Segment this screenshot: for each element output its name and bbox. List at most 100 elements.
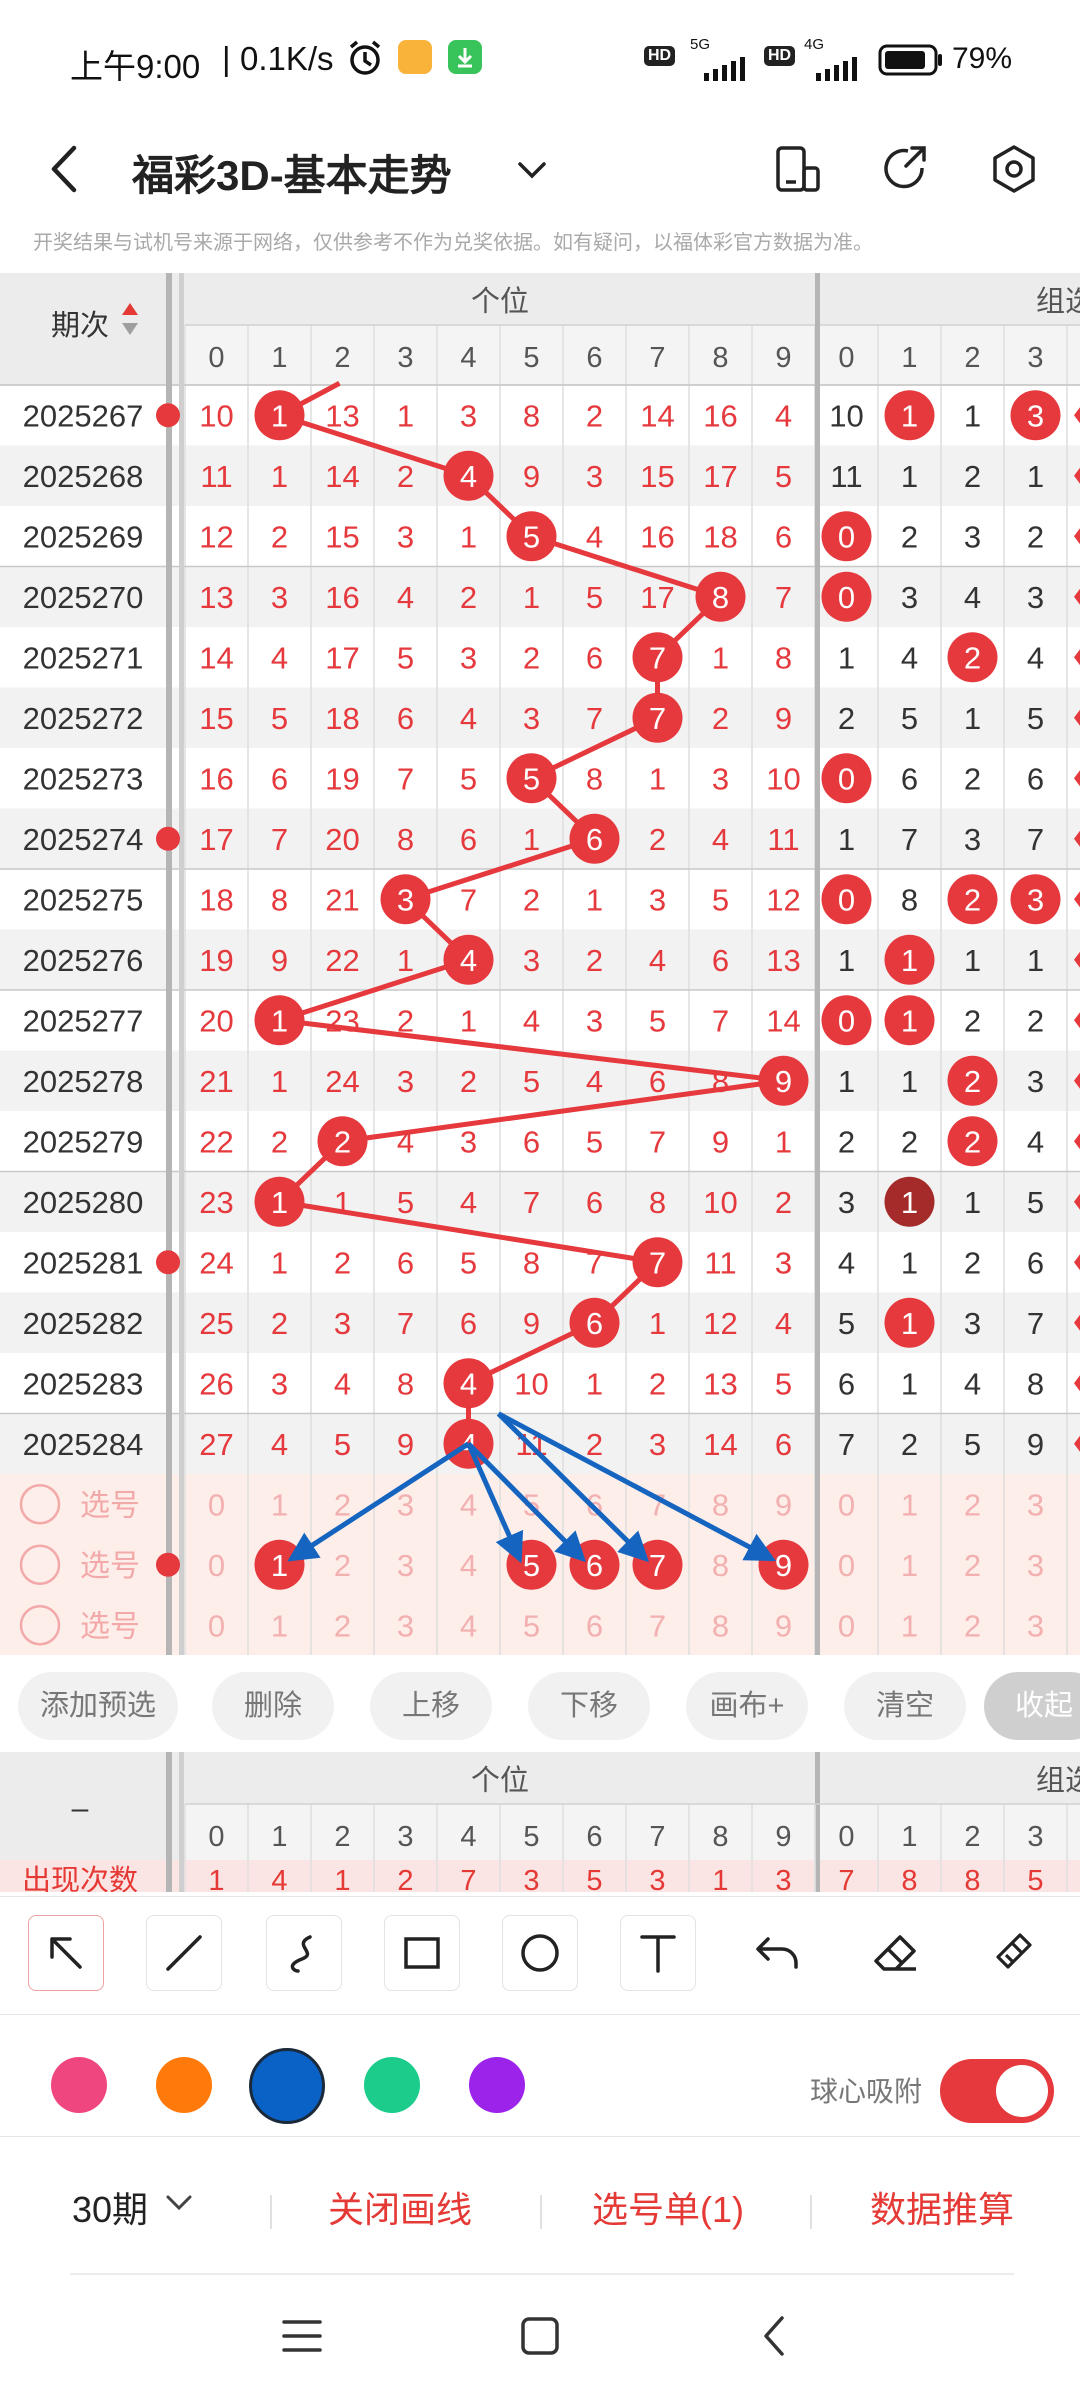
chevron-down-icon[interactable] (512, 154, 552, 189)
summary-digit-header: 0 (208, 1821, 224, 1853)
miss-count: 16 (640, 519, 674, 554)
period-header: 期次 (51, 309, 109, 342)
collapse-button[interactable]: 收起 (984, 1672, 1080, 1740)
miss-count: 17 (325, 640, 359, 675)
summary-zu-count: 8 (901, 1865, 917, 1892)
trend-chart-grid: 期次 个位 组选 0 1 2 3 4 5 6 7 8 9 0 1 2 3 2025267 10 1 13 1 3 8 2 14 16… (0, 273, 1080, 1655)
rectangle-tool-icon[interactable] (384, 1915, 460, 1991)
color-swatch-orange[interactable] (156, 2057, 212, 2113)
zu-count: 2 (1027, 1003, 1044, 1038)
move-up-button[interactable]: 上移 (370, 1672, 492, 1740)
delete-button[interactable]: 删除 (212, 1672, 334, 1740)
miss-count: 2 (775, 1185, 792, 1220)
zu-number: 2 (964, 640, 981, 675)
digit-header: 2 (334, 342, 350, 374)
color-swatch-green[interactable] (364, 2057, 420, 2113)
miss-count: 5 (271, 701, 288, 736)
digit-header: 1 (271, 342, 287, 374)
zu-number: 0 (838, 761, 855, 796)
select-arrow-tool-icon[interactable] (28, 1915, 104, 1991)
line-tool-icon[interactable] (146, 1915, 222, 1991)
chevron-down-icon[interactable] (162, 2189, 196, 2220)
miss-count: 6 (397, 701, 414, 736)
zu-header: 2 (964, 342, 980, 374)
zu-count: 2 (838, 701, 855, 736)
text-tool-icon[interactable] (620, 1915, 696, 1991)
move-down-button[interactable]: 下移 (528, 1672, 650, 1740)
back-arrow-icon[interactable] (48, 144, 82, 199)
hit-number: 7 (649, 1245, 666, 1280)
close-draw-button[interactable]: 关闭画线 (328, 2181, 472, 2233)
period-count-select[interactable]: 30期 (72, 2181, 148, 2233)
layout-toggle-icon[interactable] (772, 142, 824, 203)
miss-count: 20 (325, 822, 359, 857)
summary-count: 3 (775, 1865, 791, 1892)
zu-number: 2 (964, 1064, 981, 1099)
undo-icon[interactable] (740, 1915, 816, 1991)
data-calc-button[interactable]: 数据推算 (870, 2181, 1014, 2233)
add-preselect-button[interactable]: 添加预选 (18, 1672, 178, 1740)
title-bar: 福彩3D-基本走势 (0, 118, 1080, 224)
clear-button[interactable]: 清空 (844, 1672, 966, 1740)
color-swatch-pink[interactable] (51, 2057, 107, 2113)
clear-brush-icon[interactable] (976, 1915, 1052, 1991)
menu-icon[interactable] (280, 2316, 324, 2361)
back-icon[interactable] (760, 2314, 790, 2363)
zu-number: 2 (964, 882, 981, 917)
home-icon[interactable] (518, 2314, 562, 2363)
miss-count: 17 (703, 459, 737, 494)
zu-count: 1 (964, 398, 981, 433)
miss-count: 14 (199, 640, 233, 675)
zu-number: 0 (838, 882, 855, 917)
miss-count: 9 (775, 701, 792, 736)
zu-count: 7 (1027, 1306, 1044, 1341)
zu-count: 1 (901, 1245, 918, 1280)
circle-tool-icon[interactable] (502, 1915, 578, 1991)
divider (810, 2195, 812, 2229)
select-digit: 4 (460, 1487, 477, 1522)
bottom-nav: 30期 关闭画线 选号单(1) 数据推算 (0, 2136, 1080, 2276)
select-digit: 5 (523, 1608, 540, 1643)
selected-number: 7 (649, 1548, 666, 1583)
zu-header: 3 (1027, 342, 1043, 374)
miss-count: 5 (334, 1427, 351, 1462)
select-label: 选号 (80, 1550, 140, 1583)
zu-count: 2 (964, 1245, 981, 1280)
miss-count: 2 (271, 1124, 288, 1159)
curve-tool-icon[interactable] (266, 1915, 342, 1991)
zu-count: 9 (1027, 1427, 1044, 1462)
miss-count: 5 (586, 580, 603, 615)
settings-icon[interactable] (986, 142, 1042, 203)
zu-count: 6 (1027, 761, 1044, 796)
color-swatch-purple[interactable] (469, 2057, 525, 2113)
miss-count: 7 (712, 1003, 729, 1038)
miss-count: 6 (460, 1306, 477, 1341)
color-swatch-blue-selected[interactable] (249, 2048, 325, 2124)
zu-count: 4 (964, 580, 981, 615)
miss-count: 3 (271, 580, 288, 615)
share-icon[interactable] (878, 142, 934, 203)
zu-number: 2 (964, 1124, 981, 1159)
digit-header: 7 (649, 342, 665, 374)
miss-count: 5 (712, 882, 729, 917)
miss-count: 2 (271, 1306, 288, 1341)
miss-count: 12 (703, 1306, 737, 1341)
miss-count: 23 (199, 1185, 233, 1220)
miss-count: 2 (460, 1064, 477, 1099)
snap-toggle[interactable] (940, 2059, 1054, 2123)
pick-list-button[interactable]: 选号单(1) (592, 2181, 744, 2233)
miss-count: 5 (460, 1245, 477, 1280)
miss-count: 1 (712, 640, 729, 675)
eraser-icon[interactable] (858, 1915, 934, 1991)
page-title[interactable]: 福彩3D-基本走势 (132, 142, 452, 203)
select-zu-digit: 2 (964, 1548, 981, 1583)
miss-count: 1 (586, 1366, 603, 1401)
miss-count: 23 (325, 1003, 359, 1038)
miss-count: 19 (199, 943, 233, 978)
miss-count: 22 (325, 943, 359, 978)
miss-count: 3 (460, 398, 477, 433)
edge-marker (156, 1552, 180, 1577)
canvas-plus-button[interactable]: 画布+ (686, 1672, 808, 1740)
miss-count: 7 (523, 1185, 540, 1220)
select-zu-digit: 1 (901, 1548, 918, 1583)
